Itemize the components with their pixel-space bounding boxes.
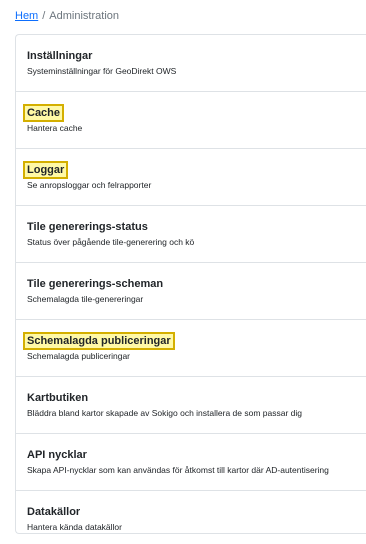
breadcrumb-current: Administration bbox=[49, 10, 119, 22]
admin-item-kartbutiken[interactable]: Kartbutiken Bläddra bland kartor skapade… bbox=[16, 377, 366, 434]
admin-item-title: API nycklar bbox=[27, 449, 87, 461]
admin-item-title: Kartbutiken bbox=[27, 392, 89, 404]
admin-item-title: Loggar bbox=[22, 161, 69, 179]
admin-item-datakallor[interactable]: Datakällor Hantera kända datakällor bbox=[16, 491, 366, 533]
admin-menu-list: Inställningar Systeminställningar för Ge… bbox=[15, 34, 366, 534]
admin-item-title: Tile genererings-scheman bbox=[27, 278, 164, 290]
admin-item-title: Schemalagda publiceringar bbox=[23, 332, 175, 350]
admin-item-description: Hantera cache bbox=[27, 123, 83, 133]
admin-item-description: Systeminställningar för GeoDirekt OWS bbox=[27, 66, 177, 76]
admin-item-loggar[interactable]: Loggar Se anropsloggar och felrapporter bbox=[16, 149, 366, 206]
admin-item-title: Inställningar bbox=[27, 50, 93, 62]
admin-item-title: Cache bbox=[22, 104, 65, 122]
admin-item-title: Tile genererings-status bbox=[27, 221, 148, 233]
admin-item-description: Hantera kända datakällor bbox=[27, 522, 122, 532]
admin-item-cache[interactable]: Cache Hantera cache bbox=[16, 92, 366, 149]
admin-item-description: Bläddra bland kartor skapade av Sokigo o… bbox=[27, 408, 302, 418]
breadcrumb: Hem / Administration bbox=[15, 9, 119, 23]
breadcrumb-separator: / bbox=[42, 10, 46, 22]
admin-item-schemalagda-publiceringar[interactable]: Schemalagda publiceringar Schemalagda pu… bbox=[16, 320, 366, 377]
admin-item-tile-status[interactable]: Tile genererings-status Status över pågå… bbox=[16, 206, 366, 263]
admin-item-title: Datakällor bbox=[27, 506, 81, 518]
admin-item-description: Skapa API-nycklar som kan användas för å… bbox=[27, 465, 329, 475]
breadcrumb-home-link[interactable]: Hem bbox=[15, 10, 38, 22]
admin-item-description: Status över pågående tile-generering och… bbox=[27, 237, 195, 247]
admin-item-api-nycklar[interactable]: API nycklar Skapa API-nycklar som kan an… bbox=[16, 434, 366, 491]
admin-item-description: Schemalagda tile-genereringar bbox=[27, 294, 144, 304]
admin-item-description: Schemalagda publiceringar bbox=[27, 351, 131, 361]
admin-item-tile-scheman[interactable]: Tile genererings-scheman Schemalagda til… bbox=[16, 263, 366, 320]
admin-item-description: Se anropsloggar och felrapporter bbox=[27, 180, 152, 190]
admin-item-installningar[interactable]: Inställningar Systeminställningar för Ge… bbox=[16, 35, 366, 92]
